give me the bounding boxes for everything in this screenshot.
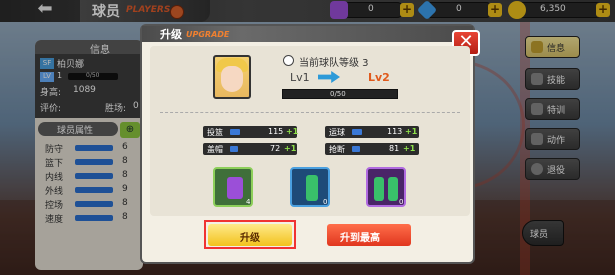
stat-name: 抢断 [329, 145, 345, 154]
stat-bar [352, 146, 360, 152]
item-count: 0 [323, 198, 328, 206]
stat-name: 盖帽 [207, 145, 223, 154]
stat-name: 运球 [329, 128, 345, 137]
item-count: 4 [246, 198, 251, 206]
divider [160, 112, 460, 113]
level-from: Lv1 [290, 71, 310, 84]
stat-plus: +1 [405, 127, 418, 136]
stat-value: 115 [268, 127, 284, 136]
team-level-text: 当前球队等级 3 [299, 58, 369, 69]
stat-plus: +1 [284, 144, 297, 153]
dialog-subtitle: UPGRADE [186, 30, 230, 39]
stat-name: 投篮 [207, 128, 223, 137]
stat-value: 72 [270, 144, 281, 153]
stat-plus: +1 [286, 127, 299, 136]
portrait-face [221, 66, 243, 92]
team-icon [283, 55, 294, 66]
stat-bar [230, 129, 240, 135]
upgrade-max-button-label: 升到最高 [340, 233, 380, 244]
stat-value: 113 [387, 127, 403, 136]
upgrade-button-label: 升级 [240, 233, 260, 244]
level-to: Lv2 [368, 71, 390, 84]
stat-value: 81 [389, 144, 400, 153]
item-count: 0 [399, 198, 404, 206]
stat-bar [352, 129, 362, 135]
xp-text: 0/50 [330, 90, 346, 98]
dialog-title: 升级 [160, 28, 182, 41]
stat-plus: +1 [403, 144, 416, 153]
stat-bar [230, 146, 238, 152]
